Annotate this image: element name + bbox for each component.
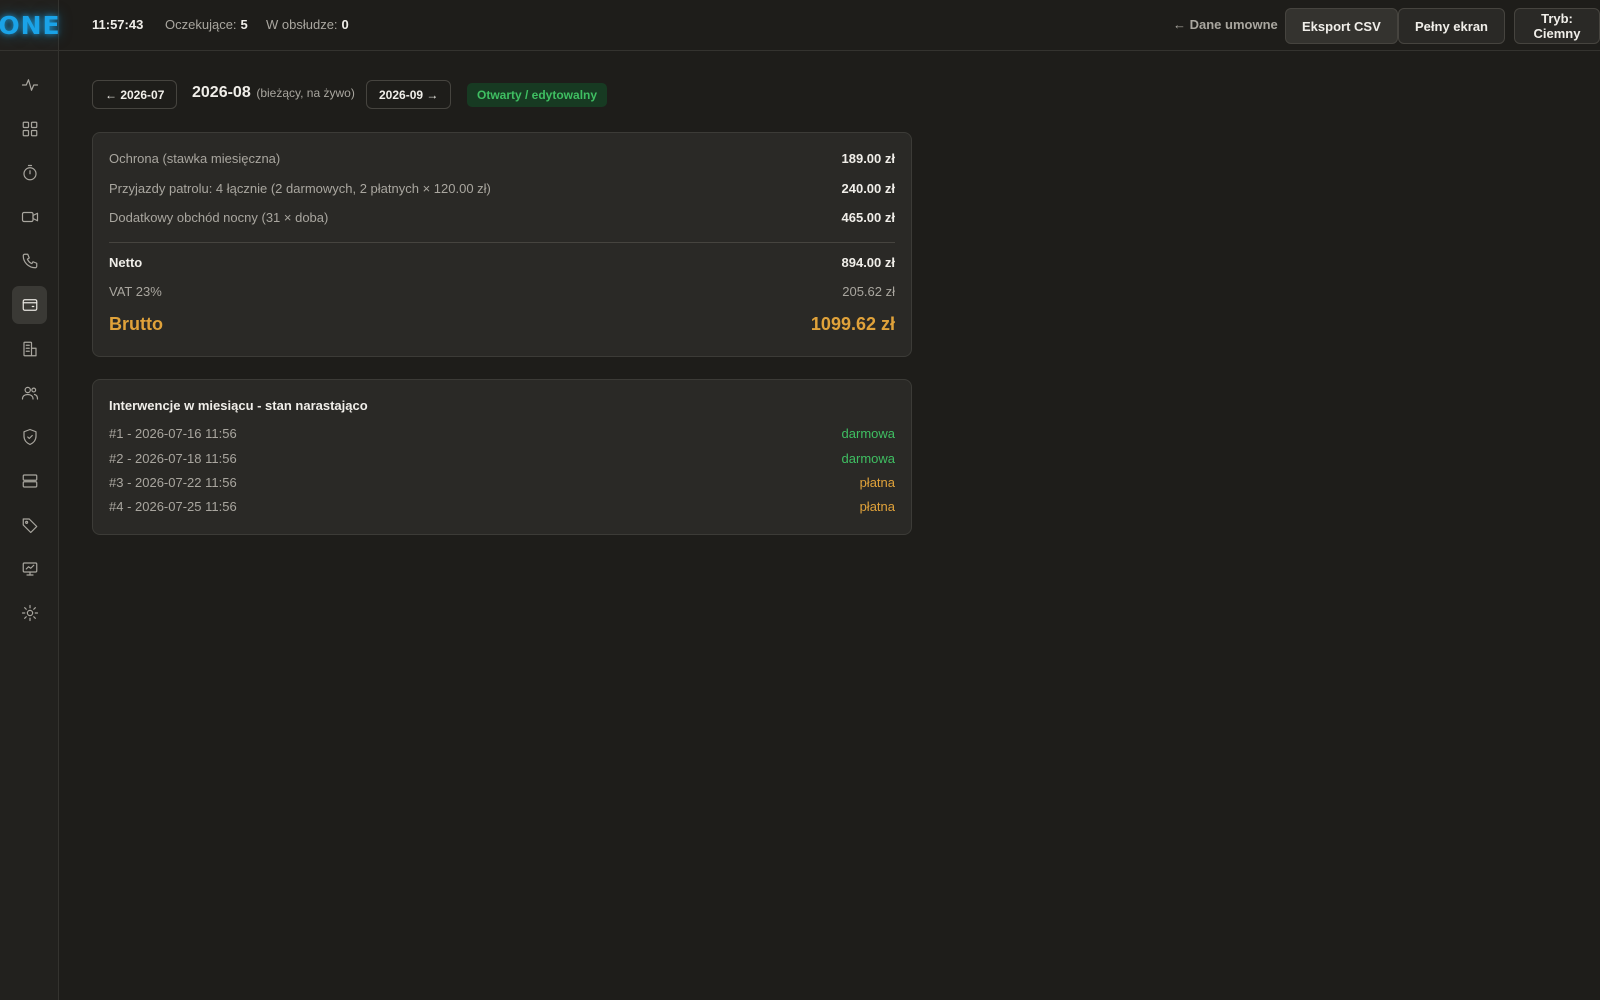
netto-label: Netto — [109, 255, 143, 270]
intervention-status: płatna — [859, 499, 895, 514]
sidebar-nav — [0, 66, 59, 638]
sidebar-item-servers[interactable] — [12, 462, 47, 500]
summary-line-label: Dodatkowy obchód nocny (31 × doba) — [109, 210, 329, 225]
netto-row: Netto 894.00 zł — [109, 255, 895, 270]
dashboard-grid-icon — [22, 121, 37, 137]
netto-value: 894.00 zł — [841, 255, 896, 270]
summary-line-value: 240.00 zł — [841, 181, 896, 196]
building-icon — [22, 341, 37, 357]
intervention-label: #3 - 2026-07-22 11:56 — [109, 475, 237, 490]
billing-summary-card: Ochrona (stawka miesięczna) 189.00 zł Pr… — [92, 132, 912, 357]
video-camera-icon — [21, 211, 38, 223]
intervention-label: #4 - 2026-07-25 11:56 — [109, 499, 237, 514]
app-logo[interactable]: ONE — [0, 0, 61, 51]
topbar: 11:57:43 Oczekujące: 5 W obsłudze: 0 ← Dan… — [59, 0, 1600, 51]
list-item: #4 - 2026-07-25 11:56 płatna — [109, 499, 895, 514]
summary-line: Dodatkowy obchód nocny (31 × doba) 465.0… — [109, 210, 895, 225]
server-icon — [22, 474, 37, 488]
summary-line: Przyjazdy patrolu: 4 łącznie (2 darmowyc… — [109, 181, 895, 196]
summary-divider — [109, 242, 895, 243]
sidebar-item-billing[interactable] — [12, 286, 47, 324]
current-month: 2026-08 — [192, 84, 251, 101]
tag-icon — [22, 518, 37, 534]
vat-row: VAT 23% 205.62 zł — [109, 284, 895, 299]
summary-line-label: Ochrona (stawka miesięczna) — [109, 151, 281, 166]
sidebar-item-users[interactable] — [12, 374, 47, 412]
status-badge: Otwarty / edytowalny — [467, 83, 608, 107]
sidebar-item-monitor[interactable] — [12, 550, 47, 588]
sidebar-item-tags[interactable] — [12, 506, 47, 544]
prev-month-button[interactable]: ← 2026-07 — [92, 80, 178, 109]
monitor-icon — [22, 562, 37, 576]
intervention-label: #1 - 2026-07-16 11:56 — [109, 426, 237, 441]
brutto-row: Brutto 1099.62 zł — [109, 314, 895, 335]
sidebar: ONE — [0, 0, 61, 1000]
current-period: 2026-08 (bieżący, na żywo) — [192, 84, 355, 102]
sidebar-item-calls[interactable] — [12, 242, 47, 280]
summary-line: Ochrona (stawka miesięczna) 189.00 zł — [109, 151, 895, 166]
summary-line-label: Przyjazdy patrolu: 4 łącznie (2 darmowyc… — [109, 181, 491, 196]
sidebar-item-security[interactable] — [12, 418, 47, 456]
list-item: #3 - 2026-07-22 11:56 płatna — [109, 475, 895, 490]
sidebar-item-timer[interactable] — [12, 154, 47, 192]
list-item: #2 - 2026-07-18 11:56 darmowa — [109, 451, 895, 466]
clock: 11:57:43 — [92, 17, 144, 32]
theme-toggle-button[interactable]: Tryb: Ciemny — [1514, 8, 1600, 44]
next-month-button[interactable]: 2026-09 → — [366, 80, 452, 109]
current-month-note: (bieżący, na żywo) — [256, 86, 355, 100]
phone-icon — [22, 253, 37, 269]
intervention-status: darmowa — [841, 426, 895, 441]
vat-value: 205.62 zł — [842, 284, 895, 299]
summary-line-value: 465.00 zł — [841, 210, 896, 225]
timer-icon — [22, 164, 37, 181]
brutto-label: Brutto — [109, 314, 163, 334]
sidebar-item-dashboard[interactable] — [12, 110, 47, 148]
sun-icon — [21, 604, 38, 622]
intervention-label: #2 - 2026-07-18 11:56 — [109, 451, 237, 466]
pending-counter: Oczekujące: 5 — [165, 17, 248, 32]
summary-line-value: 189.00 zł — [841, 151, 896, 166]
interventions-title: Interwencje w miesiącu - stan narastając… — [109, 398, 368, 413]
sidebar-item-cameras[interactable] — [12, 198, 47, 236]
wallet-icon — [22, 299, 37, 311]
in-service-counter: W obsłudze: 0 — [266, 17, 349, 32]
pending-value: 5 — [240, 17, 248, 32]
contract-data-link[interactable]: ← Dane umowne — [1173, 17, 1278, 32]
vat-label: VAT 23% — [109, 284, 162, 299]
pending-label: Oczekujące: — [165, 17, 237, 32]
in-service-value: 0 — [341, 17, 349, 32]
intervention-status: darmowa — [841, 451, 895, 466]
interventions-card: Interwencje w miesiącu - stan narastając… — [92, 379, 912, 535]
activity-icon — [21, 79, 38, 91]
list-item: #1 - 2026-07-16 11:56 darmowa — [109, 426, 895, 441]
fullscreen-button[interactable]: Pełny ekran — [1398, 8, 1505, 44]
shield-check-icon — [22, 428, 37, 446]
users-icon — [21, 386, 38, 400]
sidebar-item-objects[interactable] — [12, 330, 47, 368]
in-service-label: W obsłudze: — [266, 17, 338, 32]
logo-text: ONE — [0, 10, 61, 40]
sidebar-item-activity[interactable] — [12, 66, 47, 104]
export-csv-button[interactable]: Eksport CSV — [1285, 8, 1398, 44]
intervention-status: płatna — [859, 475, 895, 490]
brutto-value: 1099.62 zł — [810, 314, 895, 334]
sidebar-item-settings[interactable] — [12, 594, 47, 632]
